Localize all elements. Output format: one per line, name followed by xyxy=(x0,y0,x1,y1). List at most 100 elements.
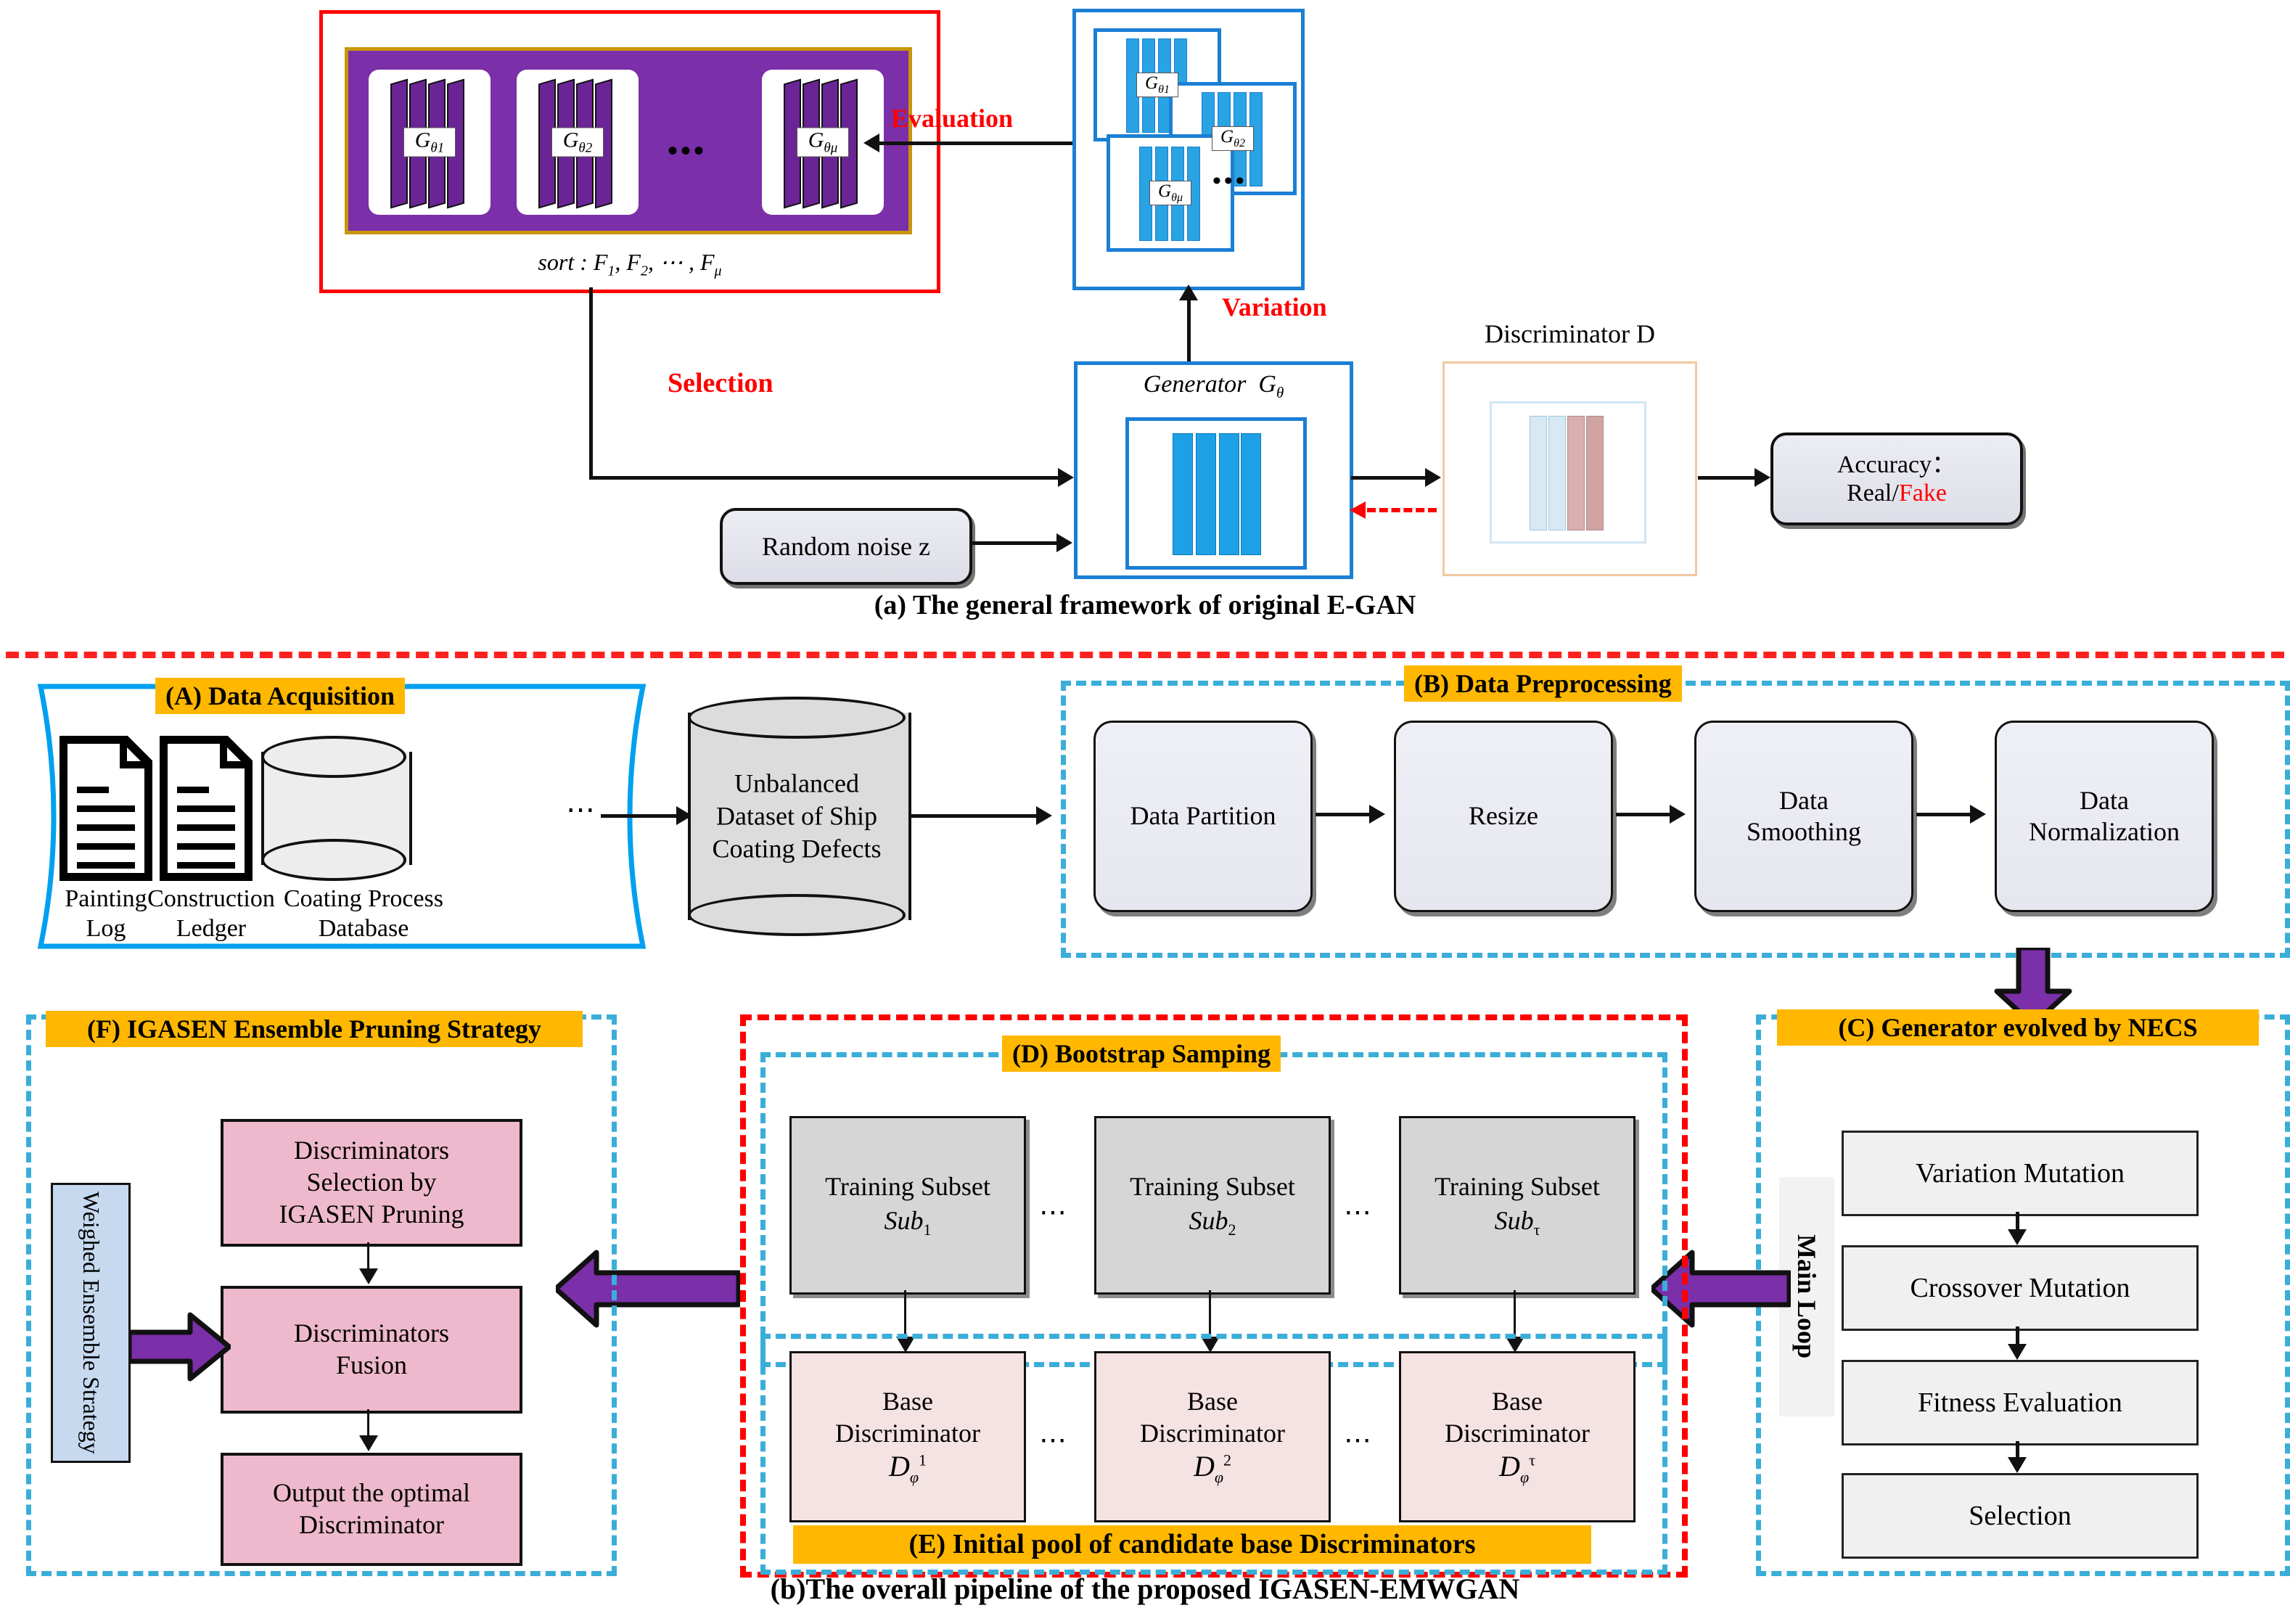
prep-arrow-1-head xyxy=(1369,805,1385,824)
generator-label-1: Gθ1 xyxy=(403,127,456,157)
prep-step-4: Data Normalization xyxy=(1995,721,2214,912)
bootstrap-title: (D) Bootstrap Samping xyxy=(1002,1035,1281,1073)
generator-box: Generator Gθ xyxy=(1074,361,1353,579)
prep-arrow-1-line xyxy=(1316,813,1372,816)
dataset-line-1: Unbalanced xyxy=(734,768,859,798)
subset-line-2: Training Subset xyxy=(1130,1172,1295,1202)
subset-symbol-2: Sub2 xyxy=(1189,1206,1236,1239)
pruning-step-1-line-1: Discriminators xyxy=(294,1136,449,1165)
pruning-arrow-2-head xyxy=(359,1435,378,1451)
unbalanced-dataset-cylinder: Unbalanced Dataset of Ship Coating Defec… xyxy=(688,697,911,936)
bootstrap-ellipsis-1: ⋯ xyxy=(1039,1197,1068,1228)
source-label-construction-ledger: Construction Ledger xyxy=(142,885,280,943)
disc-to-accuracy-head xyxy=(1755,468,1770,487)
prep-step-1: Data Partition xyxy=(1093,721,1313,912)
base-symbol-1: Dφ1 xyxy=(888,1450,927,1487)
prep-step-3-line-2: Smoothing xyxy=(1746,817,1862,846)
acquisition-title: (A) Data Acquisition xyxy=(155,678,406,715)
variation-label: Variation xyxy=(1222,292,1327,321)
selection-arrow-hline xyxy=(589,476,1059,480)
training-subset-2: Training Subset Sub2 xyxy=(1094,1116,1331,1295)
selection-arrow-head xyxy=(1058,468,1074,487)
feedback-arrow-head xyxy=(1350,501,1366,519)
pruning-step-3-line-1: Output the optimal xyxy=(273,1478,470,1508)
prep-step-2: Resize xyxy=(1394,721,1613,912)
data-acquisition-band: (A) Data Acquisition Painting Log Constr… xyxy=(15,678,668,951)
subset-line-3: Training Subset xyxy=(1435,1172,1600,1202)
dataset-line-3: Coating Defects xyxy=(712,834,882,864)
database-icon xyxy=(261,736,412,881)
necs-arrow-3-line xyxy=(2016,1441,2019,1459)
accuracy-verdict: Real/Fake xyxy=(1847,479,1947,507)
necs-arrow-1-line xyxy=(2016,1212,2019,1231)
acq-to-dataset-line xyxy=(601,814,681,818)
generator-subscript-1: θ1 xyxy=(430,140,445,156)
population-box: Gθ1 Gθ2 ••• Gθμ sort : F1, F2, ⋯ , Fμ xyxy=(319,10,940,293)
necs-step-4: Selection xyxy=(1842,1473,2199,1559)
accuracy-box: Accuracy： Real/Fake xyxy=(1770,432,2023,525)
prep-arrow-3-line xyxy=(1916,813,1973,816)
necs-step-1: Variation Mutation xyxy=(1842,1131,2199,1216)
discriminator-network-frame xyxy=(1490,401,1646,544)
noise-arrow-head xyxy=(1056,533,1072,552)
necs-step-2: Crossover Mutation xyxy=(1842,1245,2199,1331)
necs-arrow-3-head xyxy=(2008,1457,2027,1473)
generator-label-2: Gθ2 xyxy=(551,127,604,157)
subset-symbol-3: Subτ xyxy=(1494,1206,1540,1239)
accuracy-label: Accuracy： xyxy=(1836,451,1957,478)
pruning-arrow-1-head xyxy=(359,1268,378,1284)
base-discriminator-2: Base Discriminator Dφ2 xyxy=(1094,1351,1331,1522)
base-line-1: Base xyxy=(1187,1386,1238,1416)
source-line-1: Coating Process xyxy=(283,885,444,913)
base-symbol-3: Dφτ xyxy=(1499,1450,1535,1487)
base-discriminator-3: Base Discriminator Dφτ xyxy=(1399,1351,1636,1522)
dataset-line-2: Dataset of Ship xyxy=(716,801,877,831)
pruning-step-1-line-3: IGASEN Pruning xyxy=(279,1199,464,1229)
base-symbol-2: Dφ2 xyxy=(1193,1450,1232,1487)
disc-to-accuracy-line xyxy=(1698,476,1756,480)
source-line-1: Painting xyxy=(65,885,147,913)
prep-step-4-line-1: Data xyxy=(2080,785,2129,815)
necs-arrow-2-head xyxy=(2008,1344,2027,1360)
offspring-generator-label-1: Gθ1 xyxy=(1136,73,1178,97)
discriminator-title: Discriminator D xyxy=(1485,319,1655,348)
selection-label: Selection xyxy=(668,368,773,398)
sort-fitness-label: sort : F1, F2, ⋯ , Fμ xyxy=(538,248,722,279)
offspring-subscript-2: θ2 xyxy=(1234,137,1245,149)
pruning-step-2-line-2: Fusion xyxy=(335,1350,408,1379)
offspring-generator-label-3: Gθμ xyxy=(1149,181,1191,205)
base-line-2: Discriminator xyxy=(1140,1418,1285,1448)
pruning-step-1: Discriminators Selection by IGASEN Pruni… xyxy=(221,1119,522,1247)
pool-title: (E) Initial pool of candidate base Discr… xyxy=(793,1525,1591,1564)
dataset-to-prep-head xyxy=(1036,806,1052,825)
training-subset-1: Training Subset Sub1 xyxy=(789,1116,1026,1295)
selection-arrow-vline xyxy=(589,287,593,480)
preprocessing-title: (B) Data Preprocessing xyxy=(1404,665,1682,702)
panel-a-caption: (a) The general framework of original E-… xyxy=(874,590,1416,620)
necs-title: (C) Generator evolved by NECS xyxy=(1777,1009,2259,1046)
accuracy-fake: Fake xyxy=(1898,480,1947,507)
population-ellipsis: ••• xyxy=(668,134,707,167)
purple-right-arrow-weighted xyxy=(129,1312,231,1382)
weighted-ensemble-strategy-box: Weighed Ensemble Strategy xyxy=(51,1183,131,1463)
pruning-step-3-line-2: Discriminator xyxy=(299,1510,444,1539)
pruning-title: (F) IGASEN Ensemble Pruning Strategy xyxy=(46,1011,583,1048)
offspring-subscript-3: θμ xyxy=(1171,192,1183,204)
source-line-2: Ledger xyxy=(176,915,247,942)
training-subset-3: Training Subset Subτ xyxy=(1399,1116,1636,1295)
neural-stack-icon xyxy=(1530,416,1606,530)
necs-arrow-1-head xyxy=(2008,1229,2027,1245)
generator-label-3: Gθμ xyxy=(797,127,849,157)
source-line-1: Construction xyxy=(147,885,275,913)
offspring-box: Gθ1 Gθ2 Gθμ ••• xyxy=(1072,9,1305,290)
source-line-2: Database xyxy=(318,915,409,942)
base-line-1: Base xyxy=(882,1386,933,1416)
bootstrap-ellipsis-2: ⋯ xyxy=(1344,1197,1373,1228)
generator-subscript-2: θ2 xyxy=(578,140,593,156)
prep-step-3: Data Smoothing xyxy=(1694,721,1913,912)
population-generator-card-1: Gθ1 xyxy=(369,70,491,215)
accuracy-real: Real/ xyxy=(1847,480,1899,507)
panel-b-caption: (b)The overall pipeline of the proposed … xyxy=(770,1572,1520,1605)
pool-ellipsis-2: ⋯ xyxy=(1344,1425,1373,1456)
variation-arrow-head xyxy=(1179,284,1198,300)
